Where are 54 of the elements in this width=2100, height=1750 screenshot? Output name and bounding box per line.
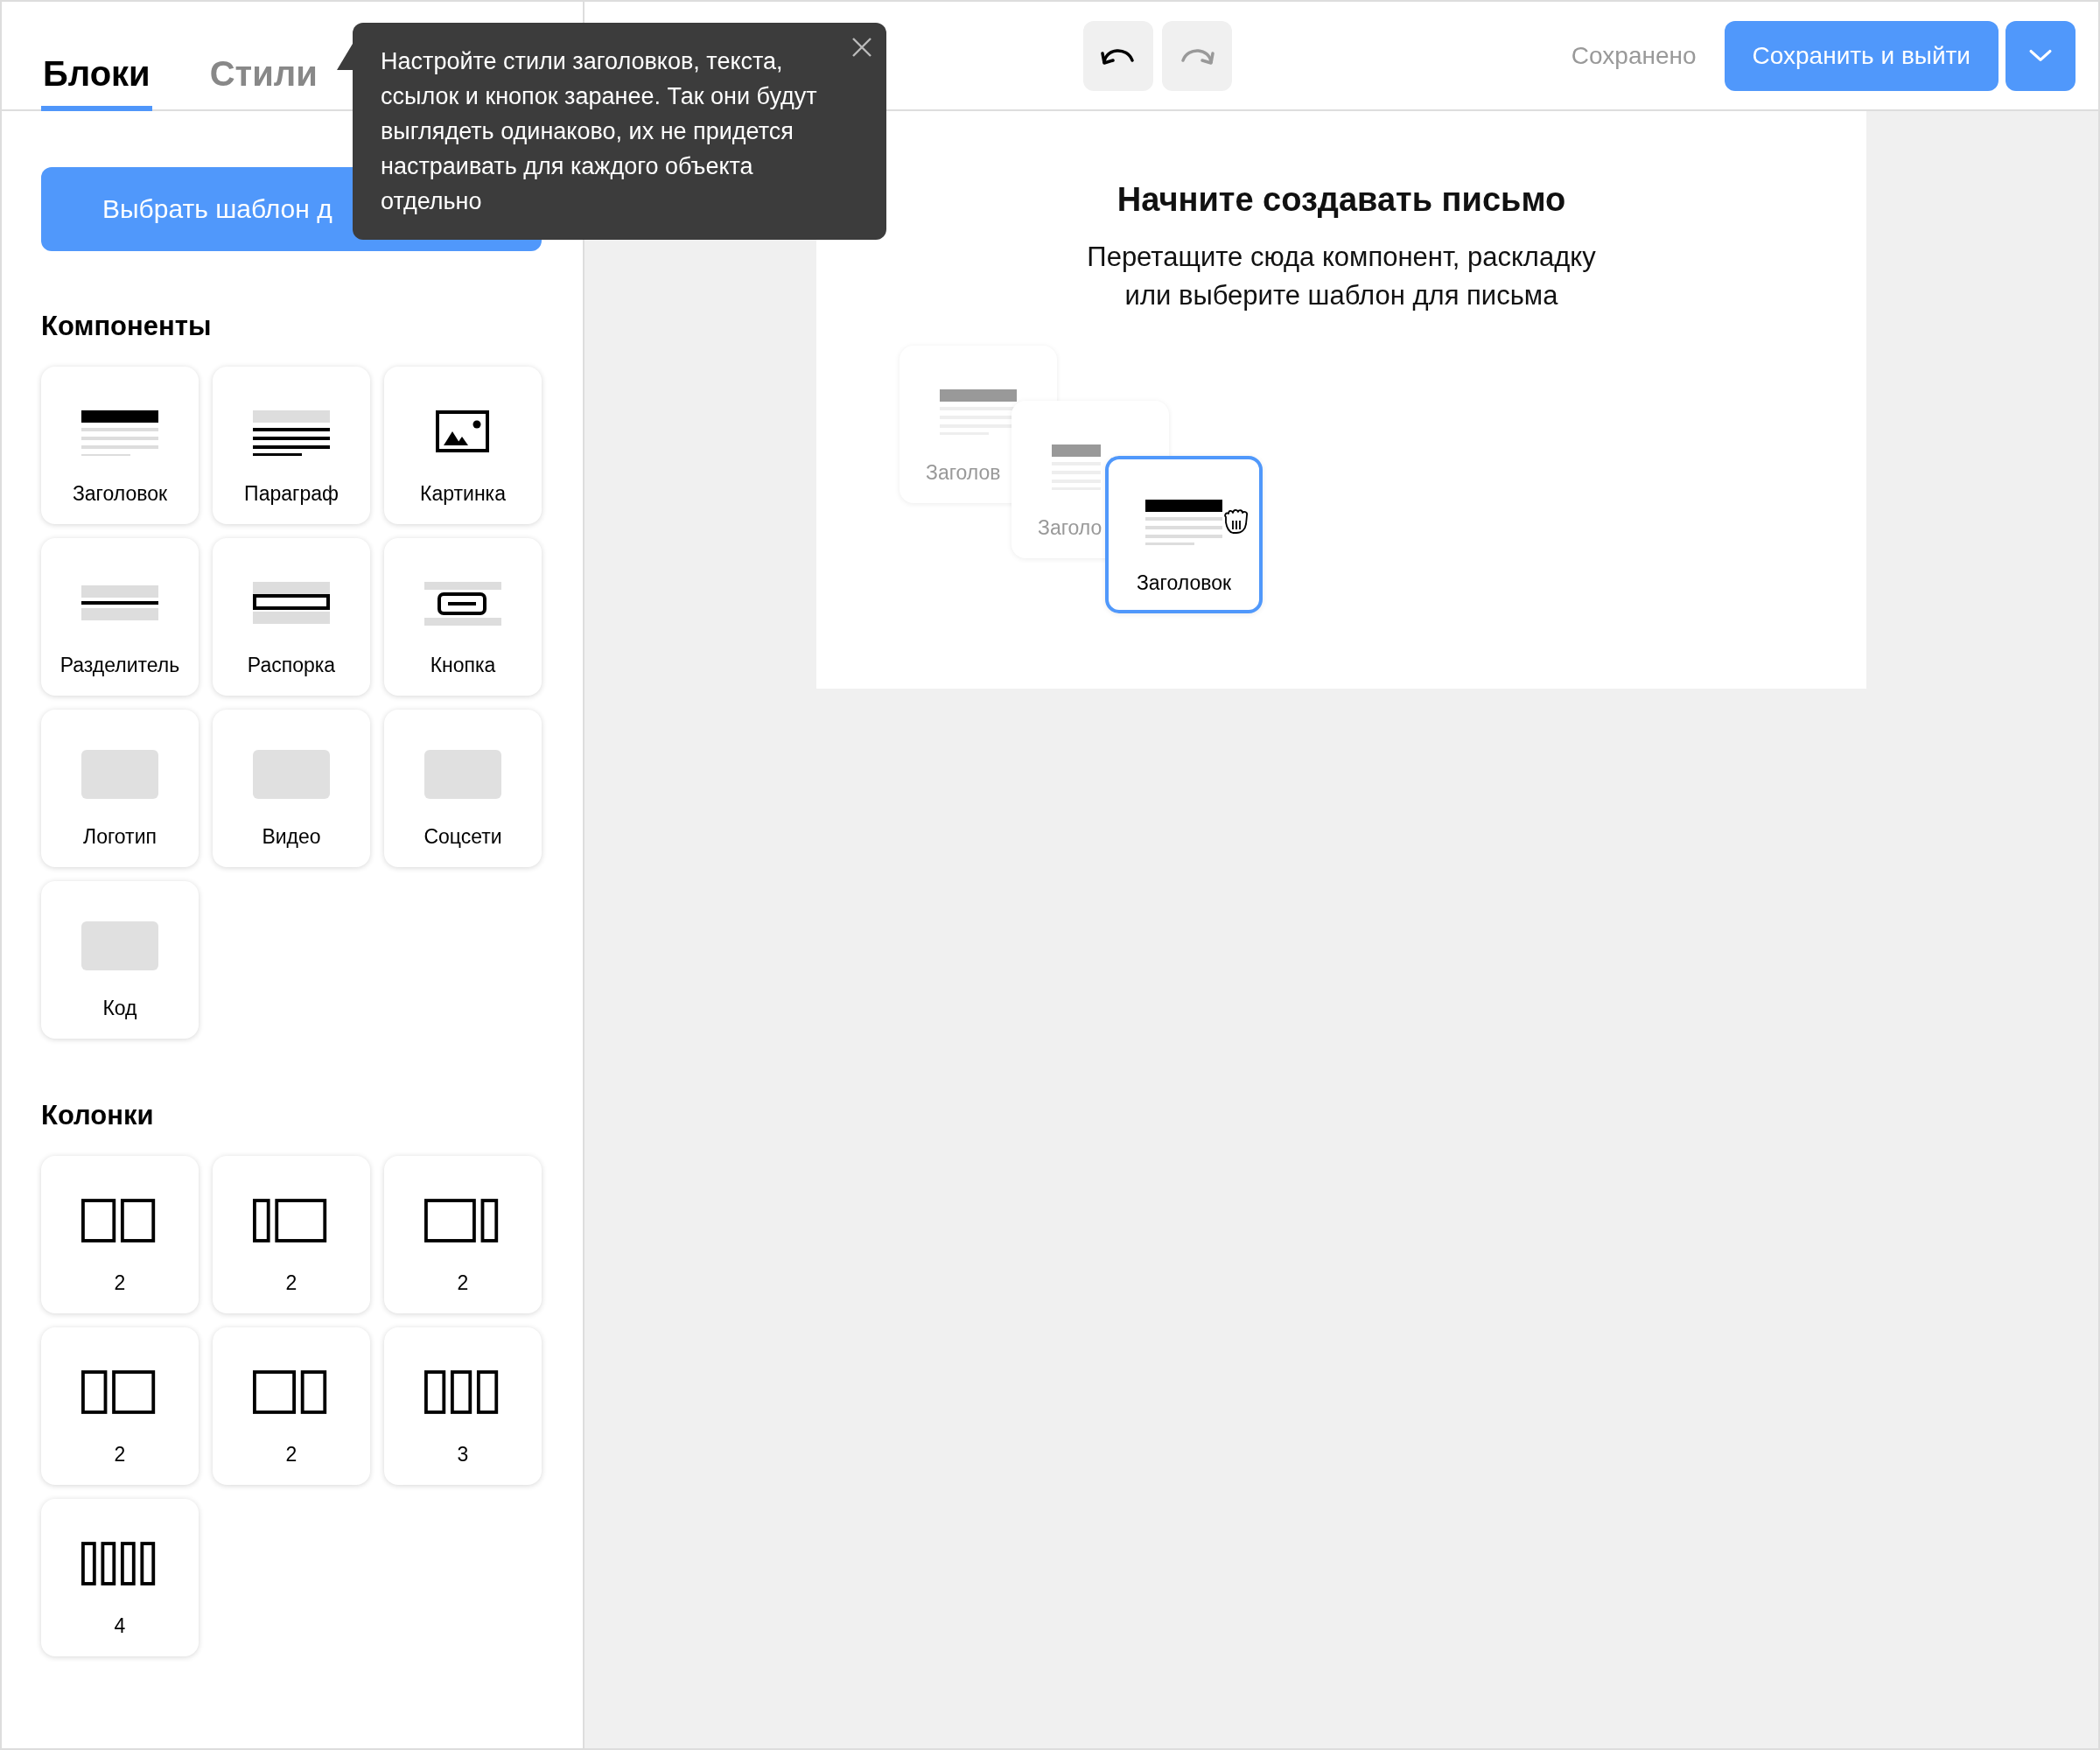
tab[interactable]: Блоки [41, 54, 152, 111]
columns-tile[interactable]: 2 [213, 1327, 370, 1485]
component-tile[interactable]: Картинка [384, 367, 542, 524]
placeholder-block-icon [253, 750, 330, 799]
columns-tile[interactable]: 2 [384, 1156, 542, 1313]
undo-button[interactable] [1083, 20, 1153, 91]
tile-label: Заголо [1038, 516, 1102, 540]
tile-label: Логотип [83, 825, 157, 849]
tile-label: Соцсети [424, 825, 502, 849]
tile-label: Видео [262, 825, 321, 849]
save-status: Сохранено [1571, 41, 1697, 70]
component-tile[interactable]: Распорка [213, 538, 370, 696]
tile-label: 2 [457, 1271, 469, 1295]
section-title: Колонки [41, 1100, 155, 1131]
tile-label: Параграф [244, 482, 339, 506]
columns-tile[interactable]: 2 [41, 1327, 199, 1485]
tile-label: Код [102, 997, 137, 1020]
tile-label: Разделитель [60, 654, 180, 677]
placeholder-block-icon [424, 750, 501, 799]
component-tile[interactable]: Соцсети [384, 710, 542, 867]
canvas-hint: Перетащите сюда компонент, раскладку [1087, 241, 1596, 274]
canvas-title: Начните создавать письмо [1116, 181, 1566, 219]
placeholder-block-icon [81, 750, 158, 799]
tile-label: 2 [114, 1271, 126, 1295]
component-tile[interactable]: Параграф [213, 367, 370, 524]
tile-label: Заголовок [72, 482, 168, 506]
columns-tile[interactable]: 3 [384, 1327, 542, 1485]
tile-label: 2 [114, 1443, 126, 1466]
columns-tile[interactable]: 4 [41, 1499, 199, 1656]
tile-label: 4 [114, 1614, 126, 1638]
section-title: Компоненты [41, 311, 213, 342]
chevron-down-icon [2029, 48, 2052, 63]
component-tile[interactable]: Видео [213, 710, 370, 867]
tile-label: Заголовок [1136, 571, 1232, 595]
canvas-hint: или выберите шаблон для письма [1124, 279, 1558, 312]
columns-tile[interactable]: 2 [41, 1156, 199, 1313]
grab-cursor-icon [1222, 508, 1250, 535]
dragged-block-card[interactable]: Заголовок [1105, 456, 1263, 613]
columns-tile[interactable]: 2 [213, 1156, 370, 1313]
component-tile[interactable]: Разделитель [41, 538, 199, 696]
tile-label: Заголов [926, 461, 1001, 485]
tile-label: Картинка [420, 482, 506, 506]
tile-label: 2 [285, 1443, 298, 1466]
placeholder-block-icon [81, 921, 158, 970]
component-tile[interactable]: Кнопка [384, 538, 542, 696]
tab[interactable]: Стили [207, 54, 319, 111]
component-tile[interactable]: Заголовок [41, 367, 199, 524]
dropdown-button[interactable] [2006, 20, 2076, 91]
tile-label: 3 [457, 1443, 469, 1466]
tile-label: Кнопка [430, 654, 496, 677]
tile-label: Распорка [247, 654, 336, 677]
component-tile[interactable]: Логотип [41, 710, 199, 867]
component-tile[interactable]: Код [41, 881, 199, 1039]
tile-label: 2 [285, 1271, 298, 1295]
